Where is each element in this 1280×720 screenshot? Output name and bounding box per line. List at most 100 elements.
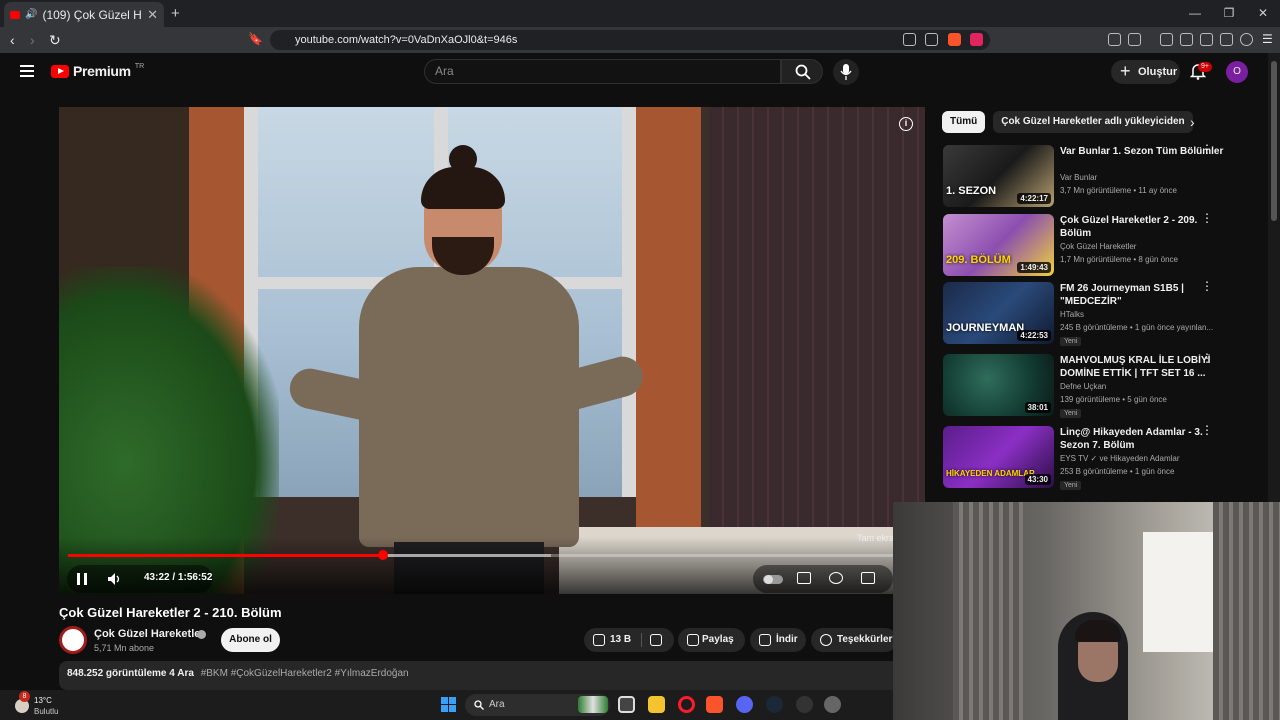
search-icon: [474, 700, 484, 710]
vpn-icon[interactable]: [1240, 33, 1253, 46]
new-tab-icon[interactable]: +: [171, 5, 180, 22]
like-count[interactable]: 13 B: [610, 634, 631, 645]
new-badge: Yeni: [1060, 481, 1082, 490]
back-icon[interactable]: ‹: [10, 32, 15, 48]
download-label: İndir: [776, 634, 798, 645]
volume-icon[interactable]: [108, 573, 122, 585]
opera-icon[interactable]: [678, 696, 695, 713]
video-thumbnail[interactable]: HİKAYEDEN ADAMLAR 43:30: [943, 426, 1054, 488]
recommended-meta: 139 görüntüleme • 5 gün önce: [1060, 395, 1167, 404]
brave-rewards-icon[interactable]: [970, 33, 983, 46]
file-explorer-icon[interactable]: [648, 696, 665, 713]
weather-condition: Bulutlu: [34, 707, 59, 716]
recommended-channel[interactable]: EYS TV ✓ ve Hikayeden Adamlar: [1060, 454, 1180, 463]
discord-icon[interactable]: [736, 696, 753, 713]
recommended-video[interactable]: 38:01 MAHVOLMUŞ KRAL İLE LOBİYİ DOMİNE E…: [943, 352, 1255, 418]
search-input[interactable]: Ara: [424, 59, 781, 84]
more-options-icon[interactable]: ⋮: [1201, 352, 1213, 368]
hamburger-menu-icon[interactable]: [20, 65, 34, 77]
bookmark-icon[interactable]: 🔖: [248, 32, 263, 46]
more-options-icon[interactable]: ⋮: [1201, 212, 1213, 228]
recommended-channel[interactable]: Var Bunlar: [1060, 173, 1097, 182]
app-icon[interactable]: [824, 696, 841, 713]
menu-icon[interactable]: ☰: [1262, 32, 1273, 46]
reload-icon[interactable]: ↻: [49, 32, 61, 49]
windows-start-icon[interactable]: [441, 697, 456, 712]
url-bar[interactable]: youtube.com/watch?v=0VaDnXaOJl0&t=946s: [270, 30, 990, 50]
screenshot-icon[interactable]: [1128, 33, 1141, 46]
subscribe-button[interactable]: Abone ol: [221, 628, 280, 652]
more-options-icon[interactable]: ⋮: [1201, 143, 1213, 159]
duration-badge: 1:49:43: [1017, 262, 1051, 273]
download-button[interactable]: İndir: [750, 628, 806, 652]
scrollbar-thumb[interactable]: [1271, 61, 1277, 221]
task-view-icon[interactable]: [618, 696, 635, 713]
video-thumbnail[interactable]: 38:01: [943, 354, 1054, 416]
fullscreen-tooltip: Tam ekra: [857, 533, 895, 543]
sidebar-icon[interactable]: [1180, 33, 1193, 46]
more-options-icon[interactable]: ⋮: [1201, 280, 1213, 296]
minimize-icon[interactable]: —: [1178, 0, 1212, 27]
thumbs-up-icon[interactable]: [593, 634, 605, 646]
chevron-right-icon[interactable]: ›: [1190, 114, 1195, 130]
youtube-favicon-icon: [10, 10, 20, 19]
chip-all[interactable]: Tümü: [942, 111, 986, 133]
info-icon[interactable]: i: [899, 117, 913, 131]
steam-icon[interactable]: [766, 696, 783, 713]
like-separator: [641, 633, 642, 647]
channel-avatar[interactable]: [59, 626, 87, 654]
autoplay-toggle[interactable]: [763, 575, 783, 584]
youtube-premium-logo[interactable]: Premium TR: [51, 63, 144, 79]
share-icon[interactable]: [925, 33, 938, 46]
browser-tab[interactable]: 🔊 (109) Çok Güzel Hareketler 2 ✕: [4, 2, 164, 27]
leo-ai-icon[interactable]: [1220, 33, 1233, 46]
video-player[interactable]: i Tam ekra 43:22 / 1:56:52: [59, 107, 925, 594]
recommended-video[interactable]: 209. BÖLÜM 1:49:43 Çok Güzel Hareketler …: [943, 212, 1255, 276]
recommended-channel[interactable]: Defne Uçkan: [1060, 382, 1106, 391]
subtitles-icon[interactable]: [797, 572, 811, 584]
miniplayer-icon[interactable]: [861, 572, 875, 584]
close-tab-icon[interactable]: ✕: [147, 7, 158, 23]
channel-name[interactable]: Çok Güzel Hareketler: [94, 628, 205, 640]
settings-gear-icon[interactable]: [829, 572, 843, 584]
scrubber-handle[interactable]: [377, 550, 388, 560]
wallet-icon[interactable]: [1200, 33, 1213, 46]
youtube-logo-icon: [51, 64, 69, 78]
cast-icon[interactable]: [903, 33, 916, 46]
recommended-channel[interactable]: HTalks: [1060, 310, 1084, 319]
description-box[interactable]: 848.252 görüntüleme 4 Ara #BKM #ÇokGüzel…: [59, 661, 899, 690]
search-highlight-icon[interactable]: [578, 696, 608, 713]
recommended-video[interactable]: HİKAYEDEN ADAMLAR 43:30 Linç@ Hikayeden …: [943, 424, 1255, 490]
account-avatar[interactable]: O: [1226, 61, 1248, 83]
create-button[interactable]: Oluştur: [1111, 59, 1180, 84]
pause-button[interactable]: [77, 573, 87, 585]
restore-icon[interactable]: ❐: [1212, 0, 1246, 27]
share-button[interactable]: Paylaş: [678, 628, 745, 652]
thanks-button[interactable]: Teşekkürler: [811, 628, 897, 652]
recommended-video[interactable]: JOURNEYMAN 4:22:53 FM 26 Journeyman S1B5…: [943, 280, 1255, 346]
notification-count-badge: 9+: [1198, 62, 1212, 72]
weather-widget[interactable]: 8 13°C Bulutlu: [10, 691, 70, 717]
thumbs-down-icon[interactable]: [650, 634, 662, 646]
hashtags[interactable]: #BKM #ÇokGüzelHareketler2 #YılmazErdoğan: [201, 668, 409, 679]
chip-from-uploader[interactable]: Çok Güzel Hareketler adlı yükleyiciden: [993, 111, 1193, 133]
search-button[interactable]: [781, 59, 823, 84]
brave-shield-icon[interactable]: [948, 33, 961, 46]
thanks-label: Teşekkürler: [837, 634, 893, 645]
obs-icon[interactable]: [796, 696, 813, 713]
brave-browser-icon[interactable]: [706, 696, 723, 713]
media-icon[interactable]: [1160, 33, 1173, 46]
voice-search-button[interactable]: [833, 59, 859, 85]
video-thumbnail[interactable]: JOURNEYMAN 4:22:53: [943, 282, 1054, 344]
new-badge: Yeni: [1060, 409, 1082, 418]
video-thumbnail[interactable]: 1. SEZON 4:22:17: [943, 145, 1054, 207]
recommended-video[interactable]: 1. SEZON 4:22:17 Var Bunlar 1. Sezon Tüm…: [943, 143, 1255, 207]
more-options-icon[interactable]: ⋮: [1201, 424, 1213, 440]
video-thumbnail[interactable]: 209. BÖLÜM 1:49:43: [943, 214, 1054, 276]
progress-bar[interactable]: [68, 550, 916, 560]
forward-icon[interactable]: ›: [30, 32, 35, 48]
extensions-icon[interactable]: [1108, 33, 1121, 46]
close-window-icon[interactable]: ✕: [1246, 0, 1280, 27]
speaker-icon[interactable]: 🔊: [25, 9, 37, 20]
recommended-channel[interactable]: Çok Güzel Hareketler: [1060, 242, 1136, 251]
